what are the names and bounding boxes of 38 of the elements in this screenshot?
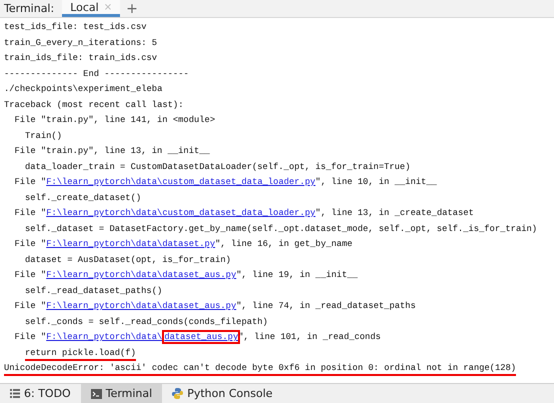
console-line: Traceback (most recent call last): <box>4 100 184 110</box>
file-link[interactable]: F:\learn_pytorch\data\dataset_aus.py <box>46 270 236 280</box>
error-type: UnicodeDecodeError <box>4 363 100 376</box>
code-line: data_loader_train = CustomDatasetDataLoader(self._opt, is_for_train=True) <box>25 162 410 172</box>
tool-window-tab[interactable]: Python Console <box>162 384 283 403</box>
traceback-line: File "F:\learn_pytorch\data\custom_dataset_data_loader.py", line 13, in _create_dataset <box>14 208 474 219</box>
code-line: self._conds = self._read_conds(conds_filepath) <box>25 316 268 328</box>
list-icon <box>10 389 20 398</box>
traceback-line: File "F:\learn_pytorch\data\dataset.py", line 16, in get_by_name <box>14 239 352 250</box>
error-message: : 'ascii' codec can't decode byte 0xf6 in position 0: ordinal not in range(128) <box>99 363 516 376</box>
code-line: self._create_dataset() <box>25 192 142 204</box>
terminal-label: Terminal: <box>3 1 56 17</box>
console-line: train_G_every_n_iterations: 5 <box>4 38 158 48</box>
file-link[interactable]: F:\learn_pytorch\data\dataset.py <box>46 239 216 249</box>
code-line: self._read_dataset_paths() <box>25 286 162 296</box>
console-line: -------------- End ---------------- <box>4 68 189 80</box>
file-link[interactable]: F:\learn_pytorch\data\ dataset_aus.py <box>46 332 238 342</box>
code-line: Train() <box>25 130 62 142</box>
traceback-line: File "train.py", line 13, in __init__ <box>14 146 210 157</box>
tool-window-tab[interactable]: 6: TODO <box>0 384 81 403</box>
python-icon <box>172 388 184 399</box>
console-line: train_ids_file: train_ids.csv <box>4 53 158 64</box>
tool-window-tab[interactable]: Terminal <box>80 384 162 403</box>
session-tab[interactable]: Local × <box>62 0 120 17</box>
code-line: return pickle.load(f) <box>25 348 136 360</box>
terminal-icon <box>90 388 102 398</box>
file-link[interactable]: F:\learn_pytorch\data\custom_dataset_data_loader.py <box>46 177 316 187</box>
console-line: test_ids_file: test_ids.csv <box>4 22 147 33</box>
file-link[interactable]: F:\learn_pytorch\data\custom_dataset_data_loader.py <box>46 208 316 218</box>
traceback-line: File "F:\learn_pytorch\data\dataset_aus.py", line 19, in __init__ <box>14 270 358 281</box>
code-line: self._dataset = DatasetFactory.get_by_name(self._opt.dataset_mode, self._opt, self._is_for_train) <box>25 224 538 234</box>
traceback-line: File "train.py", line 141, in <module> <box>14 115 216 126</box>
traceback-line: File "F:\learn_pytorch\data\dataset_aus.py", line 74, in _read_dataset_paths <box>14 301 416 312</box>
traceback-line: File "F:\learn_pytorch\data\custom_dataset_data_loader.py", line 10, in __init__ <box>14 177 437 188</box>
add-tab-button[interactable]: + <box>120 0 144 17</box>
file-link[interactable]: F:\learn_pytorch\data\dataset_aus.py <box>46 301 236 311</box>
console-line: ./checkpoints\experiment_eleba <box>4 84 162 95</box>
code-line: dataset = AusDataset(opt, is_for_train) <box>25 254 231 266</box>
